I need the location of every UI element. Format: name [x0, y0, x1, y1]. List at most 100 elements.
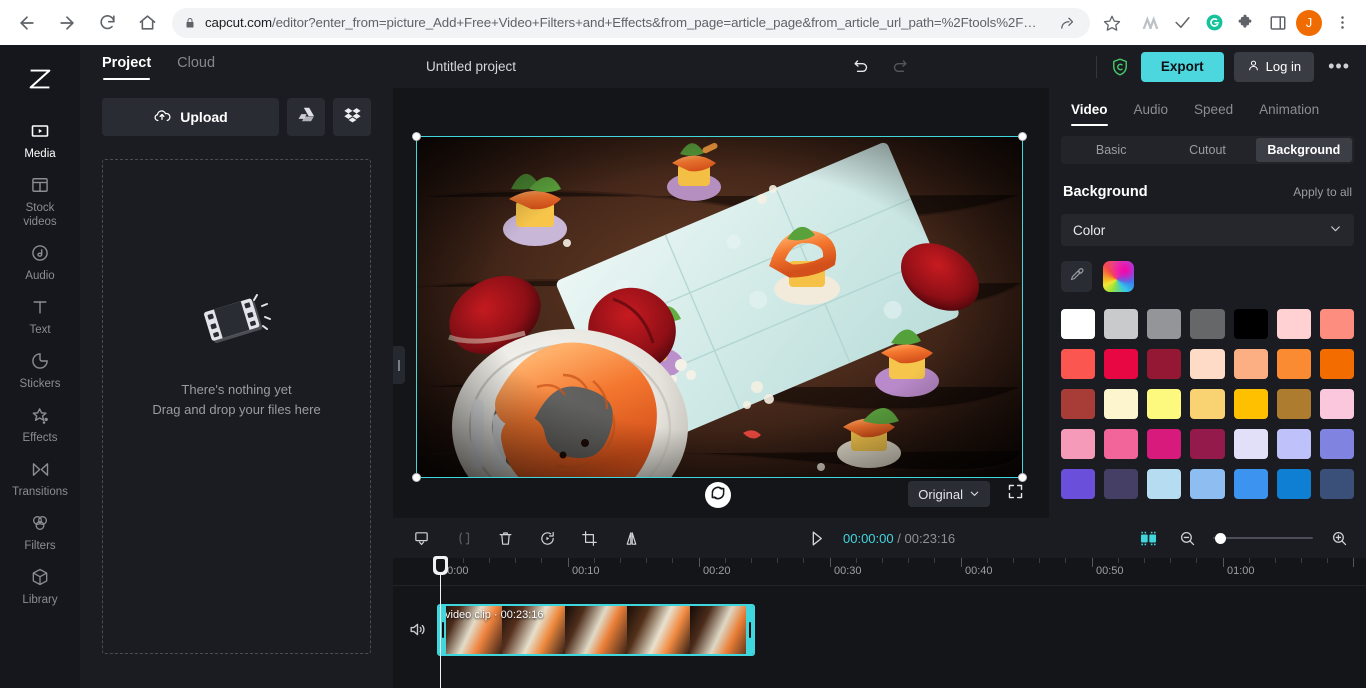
sidepanel-icon[interactable] — [1264, 9, 1292, 37]
color-swatch[interactable] — [1104, 469, 1139, 499]
color-swatch[interactable] — [1061, 309, 1096, 339]
color-swatch[interactable] — [1104, 349, 1139, 379]
tab-animation[interactable]: Animation — [1259, 102, 1319, 126]
share-icon[interactable] — [1056, 9, 1078, 37]
export-button[interactable]: Export — [1140, 51, 1224, 82]
timeline-zoom-slider[interactable] — [1213, 531, 1313, 545]
color-swatch[interactable] — [1190, 389, 1225, 419]
sidebar-item-stickers[interactable]: Stickers — [4, 343, 76, 397]
color-swatch[interactable] — [1147, 429, 1182, 459]
color-swatch[interactable] — [1147, 349, 1182, 379]
sidebar-item-stock-videos[interactable]: Stock videos — [4, 167, 76, 235]
eyedropper-button[interactable] — [1061, 261, 1092, 292]
forward-button[interactable] — [50, 6, 84, 40]
color-swatch[interactable] — [1061, 469, 1096, 499]
undo-button[interactable] — [850, 56, 872, 78]
login-button[interactable]: Log in — [1233, 51, 1315, 82]
subtab-basic[interactable]: Basic — [1063, 138, 1159, 162]
color-swatch[interactable] — [1233, 429, 1268, 459]
split-icon[interactable] — [408, 525, 434, 551]
upload-button[interactable]: Upload — [102, 98, 279, 136]
color-swatch[interactable] — [1233, 389, 1268, 419]
color-swatch[interactable] — [1276, 469, 1311, 499]
color-swatch[interactable] — [1319, 469, 1354, 499]
volume-icon[interactable] — [408, 620, 427, 644]
color-swatch[interactable] — [1061, 429, 1096, 459]
timeline-ruler[interactable]: 00:00 00:10 00:20 00:30 00:40 00:50 01:0… — [393, 558, 1366, 586]
apply-to-all-button[interactable]: Apply to all — [1293, 185, 1352, 199]
color-swatch[interactable] — [1190, 349, 1225, 379]
color-swatch[interactable] — [1319, 309, 1354, 339]
markers-icon[interactable] — [1135, 525, 1161, 551]
color-swatch[interactable] — [1233, 309, 1268, 339]
mirror-icon[interactable] — [618, 525, 644, 551]
tab-project[interactable]: Project — [102, 55, 151, 80]
extension-a-icon[interactable] — [1136, 9, 1164, 37]
color-swatch[interactable] — [1276, 429, 1311, 459]
color-swatch[interactable] — [1190, 469, 1225, 499]
profile-avatar[interactable]: J — [1296, 9, 1322, 36]
sidebar-item-audio[interactable]: Audio — [4, 235, 76, 289]
browser-menu-icon[interactable] — [1328, 9, 1356, 37]
reset-rotate-button[interactable] — [705, 482, 731, 508]
color-swatch[interactable] — [1061, 389, 1096, 419]
color-swatch[interactable] — [1276, 309, 1311, 339]
timeline-playhead[interactable] — [433, 556, 448, 688]
back-button[interactable] — [10, 6, 44, 40]
sidebar-item-text[interactable]: Text — [4, 289, 76, 343]
subtab-background[interactable]: Background — [1255, 138, 1352, 162]
color-picker-gradient-button[interactable] — [1103, 261, 1134, 292]
sidebar-item-transitions[interactable]: Transitions — [4, 451, 76, 505]
background-type-dropdown[interactable]: Color — [1061, 214, 1354, 246]
trim-icon[interactable] — [450, 525, 476, 551]
color-swatch[interactable] — [1190, 429, 1225, 459]
tab-audio[interactable]: Audio — [1134, 102, 1169, 126]
clip-trim-handle-right[interactable] — [746, 606, 753, 654]
extensions-puzzle-icon[interactable] — [1232, 9, 1260, 37]
color-swatch[interactable] — [1147, 389, 1182, 419]
redo-button[interactable] — [888, 56, 910, 78]
sidebar-item-library[interactable]: Library — [4, 559, 76, 613]
color-swatch[interactable] — [1233, 469, 1268, 499]
slider-knob[interactable] — [1215, 532, 1226, 544]
media-dropzone[interactable]: There's nothing yet Drag and drop your f… — [102, 159, 371, 654]
project-title[interactable]: Untitled project — [426, 59, 516, 74]
color-swatch[interactable] — [1276, 389, 1311, 419]
play-icon[interactable] — [803, 525, 829, 551]
color-swatch[interactable] — [1319, 429, 1354, 459]
color-swatch[interactable] — [1233, 349, 1268, 379]
subtab-cutout[interactable]: Cutout — [1159, 138, 1255, 162]
tab-video[interactable]: Video — [1071, 102, 1108, 126]
color-swatch[interactable] — [1104, 429, 1139, 459]
aspect-ratio-selector[interactable]: Original — [908, 481, 990, 507]
reload-button[interactable] — [90, 6, 124, 40]
sidebar-item-effects[interactable]: Effects — [4, 397, 76, 451]
color-swatch[interactable] — [1276, 349, 1311, 379]
home-button[interactable] — [130, 6, 164, 40]
tab-cloud[interactable]: Cloud — [177, 55, 215, 80]
google-drive-button[interactable] — [287, 98, 325, 136]
copyright-shield-icon[interactable] — [1109, 56, 1131, 78]
capcut-logo-icon[interactable] — [20, 59, 60, 99]
color-swatch[interactable] — [1104, 389, 1139, 419]
sidebar-item-filters[interactable]: Filters — [4, 505, 76, 559]
color-swatch[interactable] — [1104, 309, 1139, 339]
playhead-handle[interactable] — [433, 556, 448, 575]
crop-icon[interactable] — [576, 525, 602, 551]
color-swatch[interactable] — [1190, 309, 1225, 339]
sidebar-item-media[interactable]: Media — [4, 113, 76, 167]
freeze-frame-icon[interactable] — [534, 525, 560, 551]
color-swatch[interactable] — [1319, 349, 1354, 379]
color-swatch[interactable] — [1147, 309, 1182, 339]
grammarly-icon[interactable] — [1200, 9, 1228, 37]
address-bar[interactable]: capcut.com/editor?enter_from=picture_Add… — [172, 7, 1090, 38]
zoom-in-icon[interactable] — [1326, 525, 1352, 551]
check-icon[interactable] — [1168, 9, 1196, 37]
zoom-out-icon[interactable] — [1174, 525, 1200, 551]
color-swatch[interactable] — [1319, 389, 1354, 419]
fullscreen-button[interactable] — [1002, 481, 1028, 507]
delete-icon[interactable] — [492, 525, 518, 551]
timeline-video-clip[interactable]: video clip · 00:23:16 — [437, 604, 755, 656]
color-swatch[interactable] — [1061, 349, 1096, 379]
color-swatch[interactable] — [1147, 469, 1182, 499]
